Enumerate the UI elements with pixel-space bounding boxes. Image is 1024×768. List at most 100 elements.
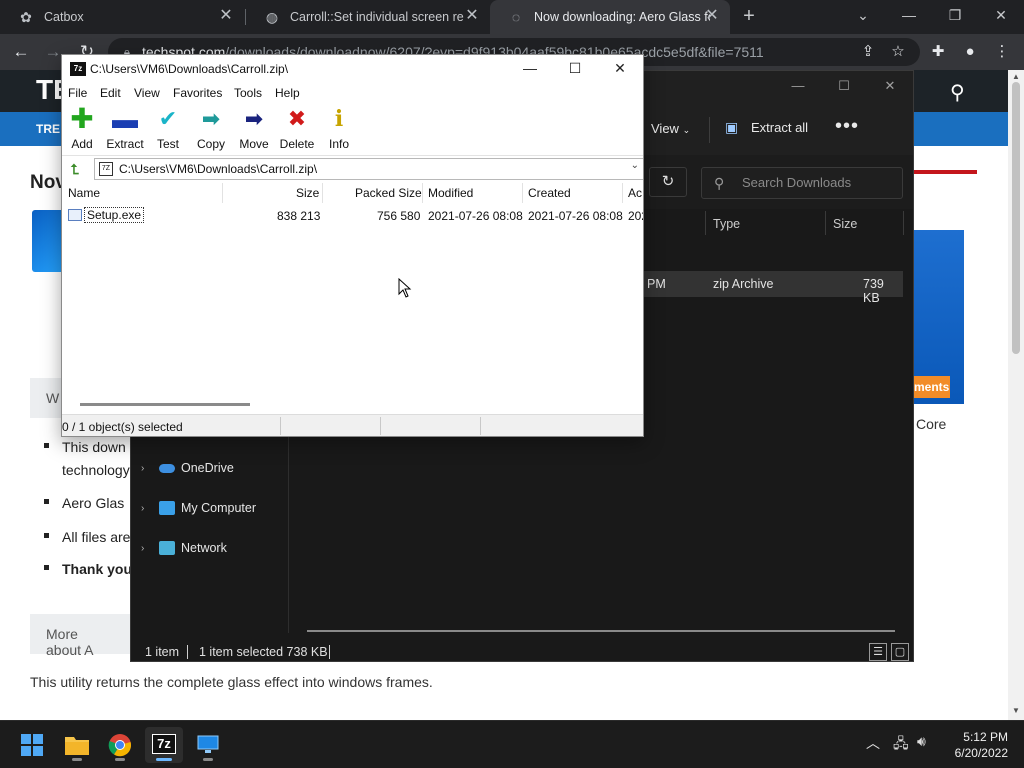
back-button[interactable]: ← <box>8 39 34 65</box>
menu-favorites[interactable]: Favorites <box>173 86 222 100</box>
close-tab-icon[interactable]: ✕ <box>464 8 480 24</box>
start-button[interactable] <box>13 727 51 763</box>
volume-icon[interactable]: 🔊︎ <box>917 733 926 750</box>
tab-catbox[interactable]: ✿ Catbox ✕ <box>0 0 244 34</box>
profile-avatar-icon[interactable]: ● <box>958 40 982 64</box>
utility-description: This utility returns the complete glass … <box>30 674 433 690</box>
table-row[interactable]: Setup.exe 838 213 756 580 2021-07-26 08:… <box>62 206 643 226</box>
chrome-menu-icon[interactable]: ⋮ <box>990 40 1014 64</box>
tab-title: Carroll::Set individual screen reso <box>290 10 464 24</box>
column-header-type[interactable]: Type <box>713 217 740 231</box>
system-clock[interactable]: 5:12 PM 6/20/2022 <box>932 729 1008 761</box>
details-view-icon[interactable]: ☰ <box>869 643 887 661</box>
close-button[interactable]: ✕ <box>867 71 913 101</box>
column-header-modified[interactable]: Modified <box>428 186 473 200</box>
nav-item-my-computer[interactable]: › My Computer <box>141 497 256 519</box>
scrollbar-thumb[interactable] <box>1012 82 1020 354</box>
path-row: ⮤ 7Z C:\Users\VM6\Downloads\Carroll.zip\… <box>62 155 643 181</box>
list-item: All files are <box>44 526 144 558</box>
chevron-right-icon[interactable]: › <box>141 463 159 474</box>
tab-title: Catbox <box>44 10 84 24</box>
column-header-size[interactable]: Size <box>296 186 319 200</box>
network-status-icon[interactable]: 🖧︎ <box>893 733 909 757</box>
cell-accessed: 202 <box>628 209 643 223</box>
close-tab-icon[interactable]: ✕ <box>704 8 720 24</box>
site-search-icon[interactable]: ⚲ <box>950 80 965 105</box>
running-indicator <box>115 758 125 761</box>
share-icon[interactable]: ⇪ <box>856 40 880 64</box>
tiles-view-icon[interactable]: ▢ <box>891 643 909 661</box>
up-folder-icon[interactable]: ⮤ <box>66 160 84 178</box>
close-tab-icon[interactable]: ✕ <box>218 8 234 24</box>
status-selection: 1 item selected 738 KB <box>199 645 328 659</box>
maximize-button[interactable]: ☐ <box>552 55 598 83</box>
new-tab-button[interactable]: + <box>738 6 760 28</box>
column-header-packed-size[interactable]: Packed Size <box>355 186 422 200</box>
explorer-horizontal-scrollbar[interactable] <box>307 630 895 632</box>
column-divider <box>705 211 706 235</box>
minimize-button[interactable]: — <box>775 71 821 101</box>
tab-carroll[interactable]: ◍ Carroll::Set individual screen reso ✕ <box>246 0 490 34</box>
column-header-accessed[interactable]: Ac <box>628 186 642 200</box>
cell-packed-size: 756 580 <box>377 209 421 223</box>
exe-file-icon <box>68 209 82 221</box>
ad-tag: ments <box>912 376 950 398</box>
running-indicator <box>72 758 82 761</box>
refresh-button[interactable]: ↻ <box>649 167 687 197</box>
windows-start-icon <box>21 734 43 756</box>
extensions-icon[interactable]: ✚ <box>926 40 950 64</box>
cell-modified: 2021-07-26 08:08 <box>428 209 523 223</box>
more-options-button[interactable]: ••• <box>835 115 859 138</box>
extract-all-button[interactable]: ▣ Extract all <box>725 119 808 135</box>
maximize-button[interactable]: ☐ <box>821 71 867 101</box>
close-window-button[interactable]: ✕ <box>978 0 1024 34</box>
sevenzip-icon: 7z <box>152 734 176 754</box>
info-button[interactable]: i Info <box>314 107 364 151</box>
cell-size: 838 213 <box>277 209 321 223</box>
nav-item-onedrive[interactable]: › OneDrive <box>141 457 234 479</box>
menu-tools[interactable]: Tools <box>234 86 262 100</box>
chevron-down-icon[interactable]: ⌄ <box>631 160 639 171</box>
sevenzip-status-bar: 0 / 1 object(s) selected <box>62 414 643 436</box>
menu-file[interactable]: File <box>68 86 87 100</box>
taskbar-remote-desktop[interactable] <box>189 727 227 763</box>
menu-view[interactable]: View <box>134 86 160 100</box>
close-button[interactable]: ✕ <box>597 55 643 83</box>
minimize-button[interactable]: — <box>886 0 932 34</box>
tab-search-icon[interactable]: ⌄ <box>840 0 886 34</box>
chevron-right-icon[interactable]: › <box>141 503 159 514</box>
window-title: C:\Users\VM6\Downloads\Carroll.zip\ <box>90 62 289 76</box>
more-about-link[interactable]: More about A <box>30 614 130 658</box>
column-divider <box>422 183 423 203</box>
minimize-button[interactable]: — <box>507 55 553 83</box>
taskbar-file-explorer[interactable] <box>58 727 96 763</box>
view-menu-button[interactable]: View ⌄ <box>651 121 690 136</box>
bookmark-star-icon[interactable]: ☆ <box>886 40 910 64</box>
column-header-name[interactable]: Name <box>68 186 100 200</box>
horizontal-scrollbar-thumb[interactable] <box>80 403 250 406</box>
tab-now-downloading[interactable]: ◌ Now downloading: Aero Glass fo ✕ <box>490 0 730 34</box>
taskbar-chrome[interactable] <box>101 727 139 763</box>
taskbar-7zip[interactable]: 7z <box>145 727 183 763</box>
cell-type: zip Archive <box>713 277 774 291</box>
status-divider <box>280 417 281 435</box>
sevenzip-toolbar: ✚ Add ▬ Extract ✔ Test ➡ Copy ➡ Move ✖ D… <box>62 103 643 153</box>
scroll-down-arrow-icon[interactable]: ▼ <box>1008 704 1024 718</box>
folder-icon <box>65 737 89 755</box>
search-input[interactable]: ⚲ Search Downloads <box>701 167 903 199</box>
cell-created: 2021-07-26 08:08 <box>528 209 623 223</box>
column-header-size[interactable]: Size <box>833 217 857 231</box>
restore-button[interactable]: ❐ <box>932 0 978 34</box>
show-hidden-icons-chevron-up-icon[interactable]: ︿ <box>866 733 880 753</box>
nav-item-network[interactable]: › Network <box>141 537 227 559</box>
file-name-cell[interactable]: Setup.exe <box>68 207 145 223</box>
cell-size: 739 KB <box>863 277 884 305</box>
menu-edit[interactable]: Edit <box>100 86 121 100</box>
path-combobox[interactable]: 7Z C:\Users\VM6\Downloads\Carroll.zip\ ⌄ <box>94 158 643 180</box>
chevron-right-icon[interactable]: › <box>141 543 159 554</box>
column-divider <box>825 211 826 235</box>
menu-help[interactable]: Help <box>275 86 300 100</box>
status-divider <box>329 645 330 659</box>
page-scrollbar[interactable]: ▲ ▼ <box>1008 70 1024 720</box>
column-header-created[interactable]: Created <box>528 186 571 200</box>
